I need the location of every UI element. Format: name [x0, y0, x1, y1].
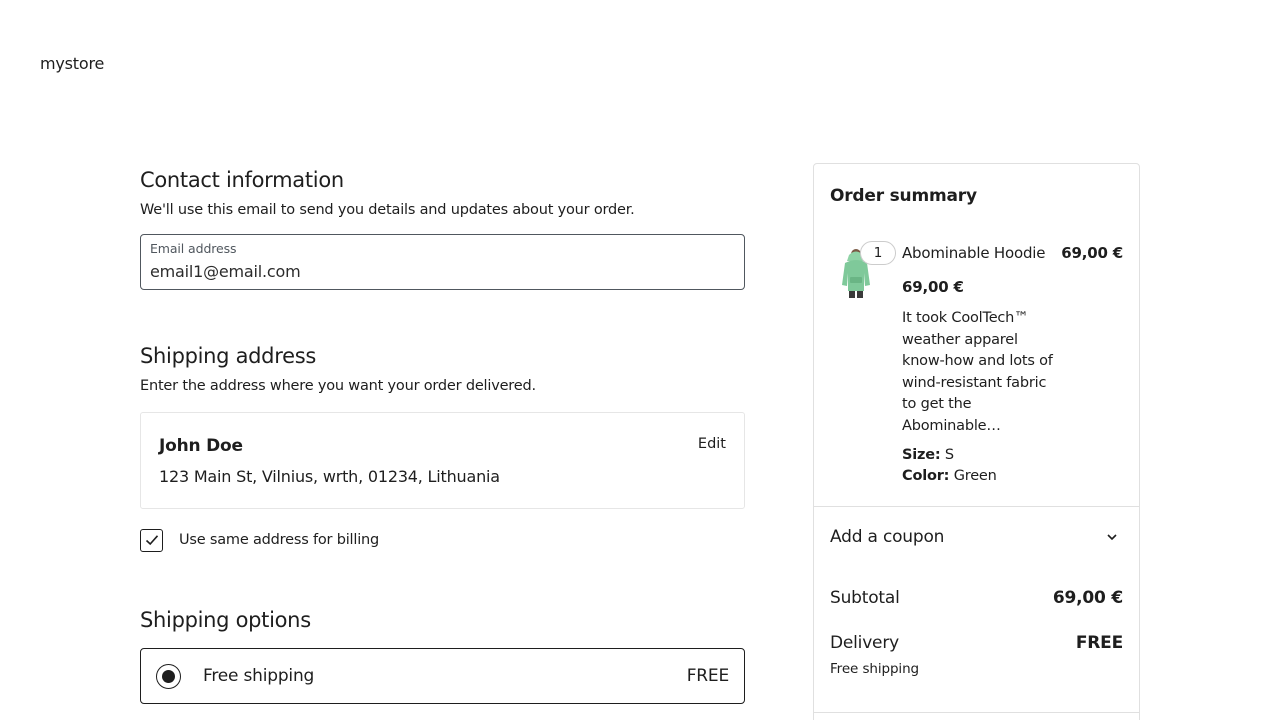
contact-section: Contact information We'll use this email… — [140, 166, 745, 290]
shipping-option-free[interactable]: Free shipping FREE — [140, 648, 745, 704]
summary-divider — [814, 506, 1139, 507]
shipping-option-label: Free shipping — [203, 666, 315, 686]
subtotal-value: 69,00 € — [1052, 588, 1123, 608]
radio-selected-dot — [162, 670, 175, 683]
product-name: Abominable Hoodie — [902, 244, 1046, 262]
product-line-total: 69,00 € — [1061, 244, 1123, 262]
address-name: John Doe — [159, 436, 243, 456]
contact-title: Contact information — [140, 168, 344, 192]
address-card: John Doe 123 Main St, Vilnius, wrth, 012… — [140, 412, 745, 509]
summary-divider-bottom — [814, 712, 1139, 713]
order-summary-title: Order summary — [830, 186, 977, 206]
add-coupon-toggle[interactable]: Add a coupon — [830, 527, 944, 547]
delivery-method: Free shipping — [830, 661, 919, 677]
size-value: S — [944, 447, 954, 463]
product-unit-price: 69,00 € — [902, 278, 964, 296]
quantity-badge: 1 — [860, 241, 896, 265]
delivery-label: Delivery — [830, 633, 899, 653]
shipping-option-radio[interactable] — [156, 664, 181, 689]
product-description: It took CoolTech™ weather apparel know-h… — [902, 310, 1053, 434]
color-label: Color: — [902, 468, 950, 484]
delivery-value: FREE — [1075, 633, 1123, 653]
contact-description: We'll use this email to send you details… — [140, 202, 635, 218]
billing-same-label: Use same address for billing — [179, 532, 380, 548]
subtotal-label: Subtotal — [830, 588, 900, 608]
shipping-options-section: Shipping options Free shipping FREE — [140, 606, 745, 704]
shipping-options-title: Shipping options — [140, 608, 311, 632]
address-line: 123 Main St, Vilnius, wrth, 01234, Lithu… — [159, 467, 500, 486]
email-field[interactable]: Email address — [140, 234, 745, 290]
order-summary: Order summary 1 Abominable Hoodie 69,00 … — [813, 163, 1140, 720]
checkmark-icon — [145, 535, 158, 546]
checkout-form: Contact information We'll use this email… — [140, 166, 745, 704]
product-size: Size: S — [902, 447, 954, 463]
email-label: Email address — [150, 241, 237, 256]
color-value: Green — [953, 468, 997, 484]
shipping-address-section: Shipping address Enter the address where… — [140, 342, 745, 552]
product-color: Color: Green — [902, 468, 997, 484]
edit-address-link[interactable]: Edit — [698, 436, 726, 452]
chevron-down-icon[interactable] — [1105, 530, 1119, 544]
billing-same-row[interactable]: Use same address for billing — [140, 528, 745, 552]
size-label: Size: — [902, 447, 941, 463]
billing-same-checkbox[interactable] — [140, 528, 163, 552]
shipping-address-description: Enter the address where you want your or… — [140, 378, 536, 394]
store-logo-text[interactable]: mystore — [40, 54, 104, 73]
shipping-option-price: FREE — [686, 666, 729, 686]
email-input[interactable] — [150, 262, 730, 281]
shipping-address-title: Shipping address — [140, 344, 316, 368]
